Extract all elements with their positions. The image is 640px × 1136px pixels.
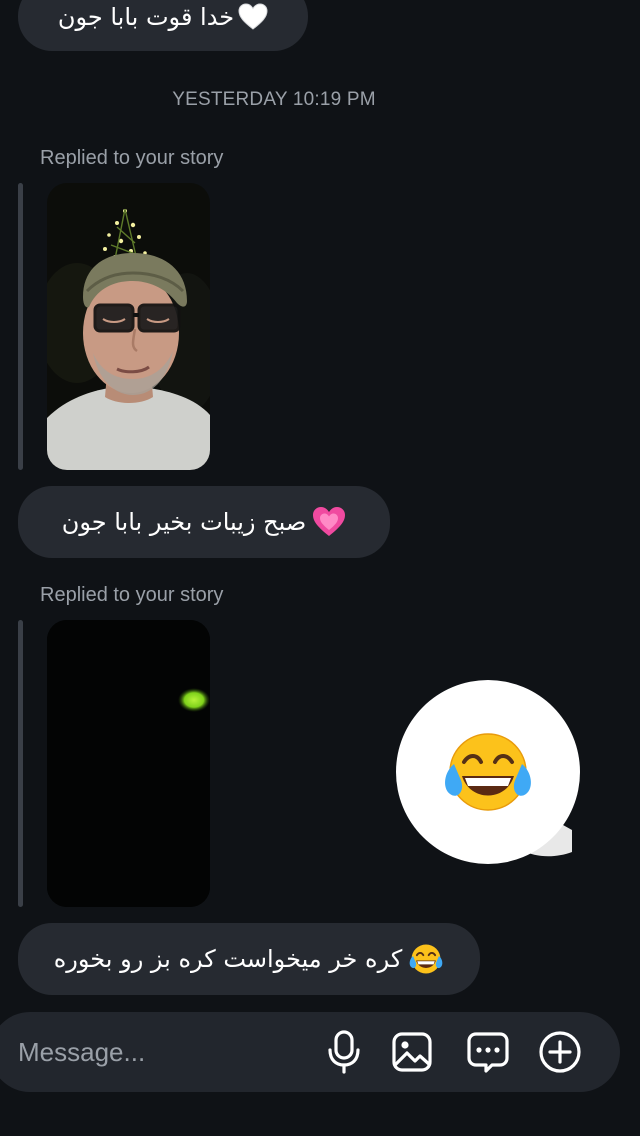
laughing-tears-icon (409, 944, 443, 974)
reaction-bubble[interactable] (396, 680, 586, 870)
message-text: خدا قوت بابا جون (57, 2, 235, 31)
message-text: کره خر میخواست کره بز رو بخوره (53, 945, 403, 973)
plus-circle-icon[interactable] (536, 1028, 584, 1076)
message-text: صبح زیبات بخیر بابا جون (61, 508, 307, 536)
message-composer: Message... (0, 1012, 620, 1092)
growing-heart-icon (313, 507, 346, 536)
replied-to-story-label: Replied to your story (40, 584, 224, 606)
face-with-tears-of-joy-icon (445, 733, 531, 811)
message-input[interactable]: Message... (18, 1012, 145, 1092)
replied-to-story-label: Replied to your story (40, 147, 224, 169)
man-with-beanie-image (47, 183, 210, 470)
reply-indicator-bar (18, 183, 23, 470)
image-icon[interactable] (388, 1028, 436, 1076)
sticker-chat-icon[interactable] (464, 1028, 512, 1076)
message-bubble[interactable]: صبح زیبات بخیر بابا جون (18, 486, 390, 558)
message-bubble[interactable]: کره خر میخواست کره بز رو بخوره (18, 923, 480, 995)
story-thumbnail[interactable] (47, 620, 210, 907)
reply-indicator-bar (18, 620, 23, 907)
dark-night-image (47, 620, 210, 907)
white-heart-icon (238, 2, 268, 30)
message-input-placeholder: Message... (18, 1036, 146, 1067)
timestamp: YESTERDAY 10:19 PM (172, 89, 376, 110)
chat-screen: خدا قوت بابا جون YESTERDAY 10:19 PM Repl… (0, 0, 640, 1136)
story-thumbnail[interactable] (47, 183, 210, 470)
microphone-icon[interactable] (320, 1028, 368, 1076)
message-bubble[interactable]: خدا قوت بابا جون (18, 0, 308, 51)
